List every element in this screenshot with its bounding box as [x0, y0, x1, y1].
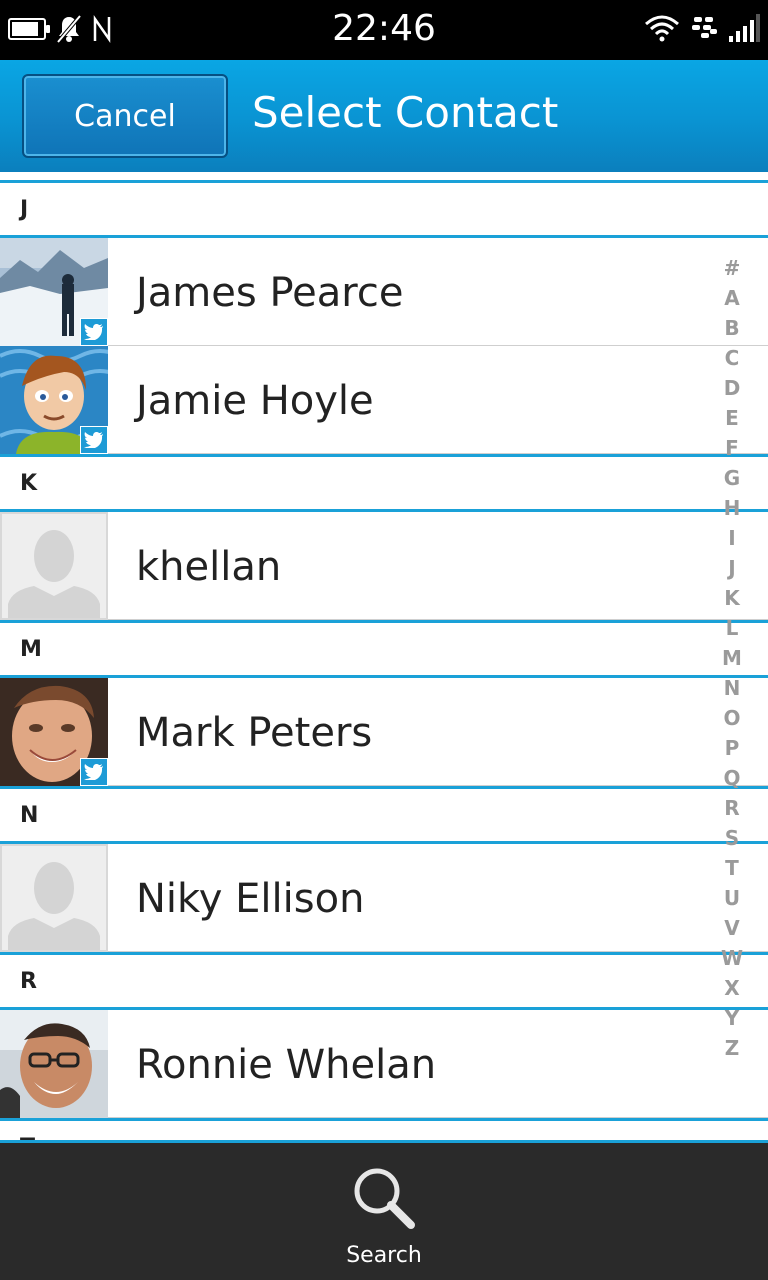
index-letter[interactable]: W: [720, 943, 744, 973]
index-letter[interactable]: J: [720, 553, 744, 583]
index-letter[interactable]: R: [720, 793, 744, 823]
contact-row-ronnie-whelan[interactable]: Ronnie Whelan: [0, 1010, 768, 1118]
index-letter[interactable]: #: [720, 253, 744, 283]
twitter-icon: [80, 426, 108, 454]
section-letter: K: [20, 471, 38, 496]
index-letter[interactable]: T: [720, 853, 744, 883]
wifi-icon: [645, 15, 679, 42]
contact-row-mark-peters[interactable]: Mark Peters: [0, 678, 768, 786]
index-letter[interactable]: I: [720, 523, 744, 553]
contact-row-khellan[interactable]: khellan: [0, 512, 768, 620]
index-letter[interactable]: A: [720, 283, 744, 313]
index-letter[interactable]: L: [720, 613, 744, 643]
index-letter[interactable]: M: [720, 643, 744, 673]
twitter-icon: [80, 758, 108, 786]
avatar: [0, 238, 108, 346]
index-letter[interactable]: K: [720, 583, 744, 613]
section-header-k: K: [0, 454, 768, 512]
index-letter[interactable]: Q: [720, 763, 744, 793]
cancel-button[interactable]: Cancel: [22, 74, 228, 158]
contact-list[interactable]: J James Pearce Jamie Hoyle K khellan M M…: [0, 172, 768, 1140]
section-header-j: J: [0, 180, 768, 238]
section-header-m: M: [0, 620, 768, 678]
alphabet-index[interactable]: # A B C D E F G H I J K L M N O P Q R S …: [720, 253, 744, 1063]
contact-row-niky-ellison[interactable]: Niky Ellison: [0, 844, 768, 952]
index-letter[interactable]: Z: [720, 1033, 744, 1063]
index-letter[interactable]: N: [720, 673, 744, 703]
index-letter[interactable]: H: [720, 493, 744, 523]
avatar: [0, 512, 108, 620]
action-bar: Search: [0, 1140, 768, 1280]
index-letter[interactable]: B: [720, 313, 744, 343]
index-letter[interactable]: G: [720, 463, 744, 493]
index-letter[interactable]: F: [720, 433, 744, 463]
avatar: [0, 678, 108, 786]
index-letter[interactable]: D: [720, 373, 744, 403]
index-letter[interactable]: X: [720, 973, 744, 1003]
contact-name: Mark Peters: [136, 710, 373, 756]
avatar: [0, 346, 108, 454]
signal-icon: [729, 14, 760, 42]
section-header-t: T: [0, 1118, 768, 1140]
contact-name: Niky Ellison: [136, 876, 365, 922]
avatar: [0, 844, 108, 952]
blackberry-icon: [692, 17, 717, 38]
contact-name: Ronnie Whelan: [136, 1042, 437, 1088]
page-title: Select Contact: [252, 88, 559, 137]
search-button[interactable]: Search: [334, 1163, 434, 1273]
section-letter: N: [20, 803, 39, 828]
index-letter[interactable]: E: [720, 403, 744, 433]
status-right: [644, 14, 760, 42]
index-letter[interactable]: S: [720, 823, 744, 853]
search-label: Search: [346, 1243, 422, 1268]
contact-name: James Pearce: [136, 270, 404, 316]
status-bar: 22:46: [0, 0, 768, 60]
section-header-r: R: [0, 952, 768, 1010]
contact-name: khellan: [136, 544, 282, 590]
index-letter[interactable]: V: [720, 913, 744, 943]
index-letter[interactable]: C: [720, 343, 744, 373]
avatar: [0, 1010, 108, 1118]
section-letter: J: [20, 197, 29, 222]
section-letter: R: [20, 969, 37, 994]
contact-row-jamie-hoyle[interactable]: Jamie Hoyle: [0, 346, 768, 454]
index-letter[interactable]: O: [720, 703, 744, 733]
index-letter[interactable]: Y: [720, 1003, 744, 1033]
section-letter: M: [20, 637, 42, 662]
contact-row-james-pearce[interactable]: James Pearce: [0, 238, 768, 346]
search-icon: [354, 1168, 415, 1229]
twitter-icon: [80, 318, 108, 346]
contact-name: Jamie Hoyle: [136, 378, 374, 424]
index-letter[interactable]: U: [720, 883, 744, 913]
index-letter[interactable]: P: [720, 733, 744, 763]
title-bar: Cancel Select Contact: [0, 60, 768, 172]
section-header-n: N: [0, 786, 768, 844]
